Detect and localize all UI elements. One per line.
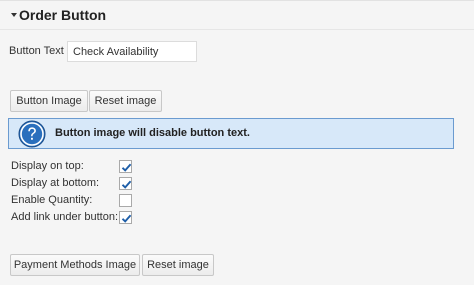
notice-message: Button image will disable button text. (55, 127, 250, 139)
add-link-under-button-label: Add link under button: (11, 211, 119, 223)
question-icon (18, 120, 46, 148)
display-at-bottom-checkbox[interactable] (119, 177, 132, 190)
checkmark-icon (121, 180, 132, 189)
display-at-bottom-label: Display at bottom: (11, 177, 100, 189)
enable-quantity-label: Enable Quantity: (11, 194, 93, 206)
info-notice: Button image will disable button text. (8, 118, 454, 149)
display-on-top-label: Display on top: (11, 160, 84, 172)
checkmark-icon (121, 163, 132, 172)
add-link-under-button-checkbox[interactable] (119, 211, 132, 224)
reset-image-button[interactable]: Reset image (89, 90, 162, 112)
reset-payment-image-button[interactable]: Reset image (142, 254, 214, 276)
button-image-button[interactable]: Button Image (10, 90, 88, 112)
section-title: Order Button (19, 7, 107, 23)
button-text-input[interactable] (67, 41, 197, 62)
payment-methods-image-button[interactable]: Payment Methods Image (10, 254, 140, 276)
checkmark-icon (121, 214, 132, 223)
display-on-top-checkbox[interactable] (119, 160, 132, 173)
button-text-label: Button Text (9, 45, 64, 57)
collapse-arrow-icon[interactable] (11, 13, 17, 17)
order-button-panel: Order Button Button Text Button Image Re… (0, 0, 474, 285)
enable-quantity-checkbox[interactable] (119, 194, 132, 207)
section-header[interactable]: Order Button (0, 2, 474, 30)
